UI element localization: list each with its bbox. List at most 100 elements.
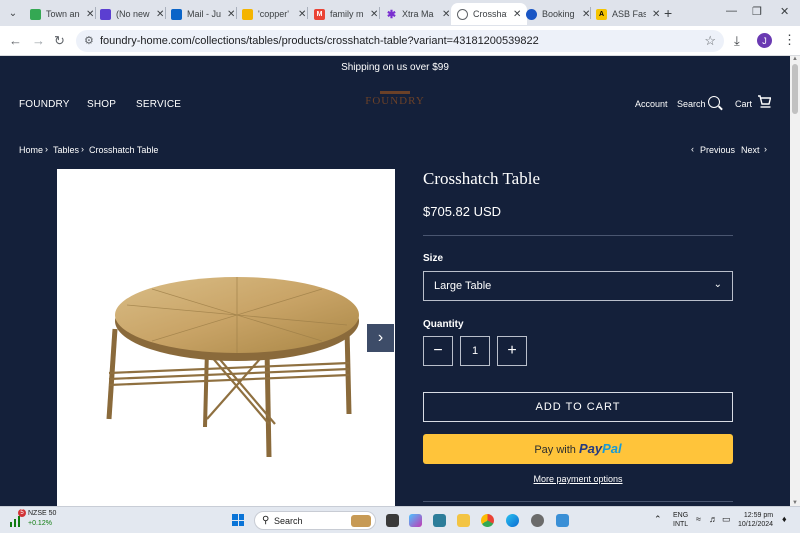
- breadcrumb-current: Crosshatch Table: [89, 145, 159, 155]
- url-text[interactable]: foundry-home.com/collections/tables/prod…: [100, 35, 539, 47]
- close-icon[interactable]: ✕: [227, 9, 235, 20]
- address-bar[interactable]: ⚙ foundry-home.com/collections/tables/pr…: [76, 30, 724, 52]
- search-link[interactable]: Search: [677, 99, 706, 109]
- new-tab-button[interactable]: +: [664, 5, 672, 21]
- cart-icon[interactable]: [757, 95, 771, 109]
- copilot-icon[interactable]: [409, 514, 422, 527]
- notification-badge: 5: [18, 509, 26, 517]
- more-payment-options-link[interactable]: More payment options: [423, 474, 733, 484]
- nav-shop[interactable]: SHOP: [87, 99, 116, 110]
- close-icon[interactable]: ✕: [86, 9, 94, 20]
- tab-copper[interactable]: 'copper' ✕: [242, 3, 306, 25]
- remote-desktop-icon[interactable]: [556, 514, 569, 527]
- quantity-increase-button[interactable]: +: [497, 336, 527, 366]
- minimize-icon[interactable]: —: [726, 5, 737, 17]
- site-info-icon[interactable]: ⚙: [84, 34, 94, 47]
- quantity-input[interactable]: 1: [460, 336, 490, 366]
- photos-icon[interactable]: [433, 514, 446, 527]
- account-link[interactable]: Account: [635, 99, 668, 109]
- quantity-decrease-button[interactable]: −: [423, 336, 453, 366]
- chrome-icon[interactable]: [481, 514, 494, 527]
- close-icon[interactable]: ✕: [513, 9, 521, 20]
- paypal-logo-pay: Pay: [578, 441, 603, 456]
- chevron-down-icon: ⌄: [713, 279, 722, 290]
- volume-icon[interactable]: ♬: [709, 514, 718, 524]
- nav-service[interactable]: SERVICE: [136, 99, 181, 110]
- previous-product-link[interactable]: Previous: [700, 145, 735, 155]
- foundry-logo[interactable]: FOUNDRY: [362, 91, 428, 107]
- close-window-icon[interactable]: ✕: [780, 5, 789, 18]
- booking-favicon-icon: [526, 8, 537, 20]
- tab-search-dropdown-icon[interactable]: ⌄: [4, 4, 22, 22]
- scrollbar-thumb[interactable]: [792, 64, 798, 114]
- reload-icon[interactable]: ↻: [54, 33, 65, 49]
- battery-icon[interactable]: ▭: [722, 514, 731, 525]
- size-select[interactable]: Large Table ⌄: [423, 271, 733, 301]
- close-icon[interactable]: ✕: [156, 9, 164, 20]
- gallery-next-arrow-icon[interactable]: ›: [367, 324, 394, 352]
- tab-outlook-mail[interactable]: Mail - Ju ✕: [171, 3, 235, 25]
- product-image-gallery[interactable]: [57, 169, 395, 506]
- browser-toolbar: ← → ↻ ⚙ foundry-home.com/collections/tab…: [0, 26, 800, 56]
- tab-title: family m: [330, 9, 364, 19]
- divider: [423, 501, 733, 502]
- cart-link[interactable]: Cart: [735, 99, 752, 109]
- tab-mail-no-new[interactable]: (No new ✕: [100, 3, 164, 25]
- tab-crosshatch-active[interactable]: Crosshat ✕: [451, 3, 528, 25]
- system-clock[interactable]: 12:59 pm 10/12/2024: [738, 511, 773, 529]
- browser-tab-strip: ⌄ Town and ✕ (No new ✕ Mail - Ju ✕ 'copp…: [0, 0, 800, 26]
- restore-icon[interactable]: ❐: [752, 5, 762, 18]
- settings-gear-icon[interactable]: [531, 514, 544, 527]
- breadcrumb-chevron-icon: ›: [81, 144, 84, 154]
- close-icon[interactable]: ✕: [370, 9, 378, 20]
- search-highlight-image: [351, 515, 371, 527]
- tab-title: ASB Fas: [612, 9, 646, 19]
- paypal-button[interactable]: Pay with PayPal: [423, 434, 733, 464]
- logo-mark: [380, 91, 410, 94]
- language-indicator[interactable]: ENG INTL: [673, 511, 688, 529]
- taskbar-search-placeholder: Search: [274, 516, 303, 526]
- file-explorer-icon[interactable]: [457, 514, 470, 527]
- nav-foundry[interactable]: FOUNDRY: [19, 99, 70, 110]
- wifi-icon[interactable]: ≈: [696, 514, 701, 524]
- forward-arrow-icon[interactable]: →: [32, 33, 45, 48]
- windows-start-icon[interactable]: [232, 514, 244, 526]
- quantity-label: Quantity: [423, 319, 464, 330]
- back-arrow-icon[interactable]: ←: [9, 33, 22, 48]
- chrome-menu-icon[interactable]: ⋮: [783, 32, 796, 48]
- download-icon[interactable]: ⤓: [734, 33, 740, 49]
- breadcrumb-tables[interactable]: Tables: [53, 145, 79, 155]
- tray-overflow-chevron-icon[interactable]: ⌃: [654, 514, 662, 525]
- close-icon[interactable]: ✕: [442, 9, 450, 20]
- previous-chevron-icon[interactable]: ‹: [691, 144, 694, 154]
- tab-town-and[interactable]: Town and ✕: [30, 3, 94, 25]
- search-icon: ⚲: [262, 515, 270, 526]
- close-icon[interactable]: ✕: [652, 9, 660, 20]
- tab-gmail-family[interactable]: M family m ✕: [314, 3, 378, 25]
- stock-name[interactable]: NZSE 50: [28, 510, 56, 517]
- edge-icon[interactable]: [506, 514, 519, 527]
- product-price: $705.82 USD: [423, 204, 502, 219]
- next-chevron-icon[interactable]: ›: [764, 144, 767, 154]
- page-scrollbar[interactable]: ▲ ▼: [790, 56, 800, 506]
- search-icon[interactable]: [708, 96, 720, 108]
- bookmark-star-icon[interactable]: ☆: [704, 33, 716, 49]
- shopify-favicon-icon: [30, 8, 41, 20]
- close-icon[interactable]: ✕: [298, 9, 306, 20]
- tab-title: Crosshat: [473, 9, 507, 19]
- breadcrumb-home[interactable]: Home: [19, 145, 43, 155]
- add-to-cart-button[interactable]: ADD TO CART: [423, 392, 733, 422]
- tab-title: Mail - Ju: [187, 9, 221, 19]
- next-product-link[interactable]: Next: [741, 145, 760, 155]
- taskbar-search[interactable]: ⚲ Search: [254, 511, 376, 530]
- tab-title: 'copper': [258, 9, 289, 19]
- google-lens-favicon-icon: [242, 8, 253, 20]
- tab-xtra-mail[interactable]: ✱ Xtra Ma ✕: [386, 3, 451, 25]
- notification-bell-icon[interactable]: ♦: [782, 514, 787, 524]
- tab-asb-fast[interactable]: A ASB Fas ✕: [596, 3, 660, 25]
- logo-text: FOUNDRY: [365, 95, 425, 107]
- profile-avatar[interactable]: J: [757, 33, 772, 48]
- task-view-icon[interactable]: [386, 514, 399, 527]
- scroll-up-icon[interactable]: ▲: [792, 56, 798, 62]
- tab-booking[interactable]: Booking ✕: [526, 3, 590, 25]
